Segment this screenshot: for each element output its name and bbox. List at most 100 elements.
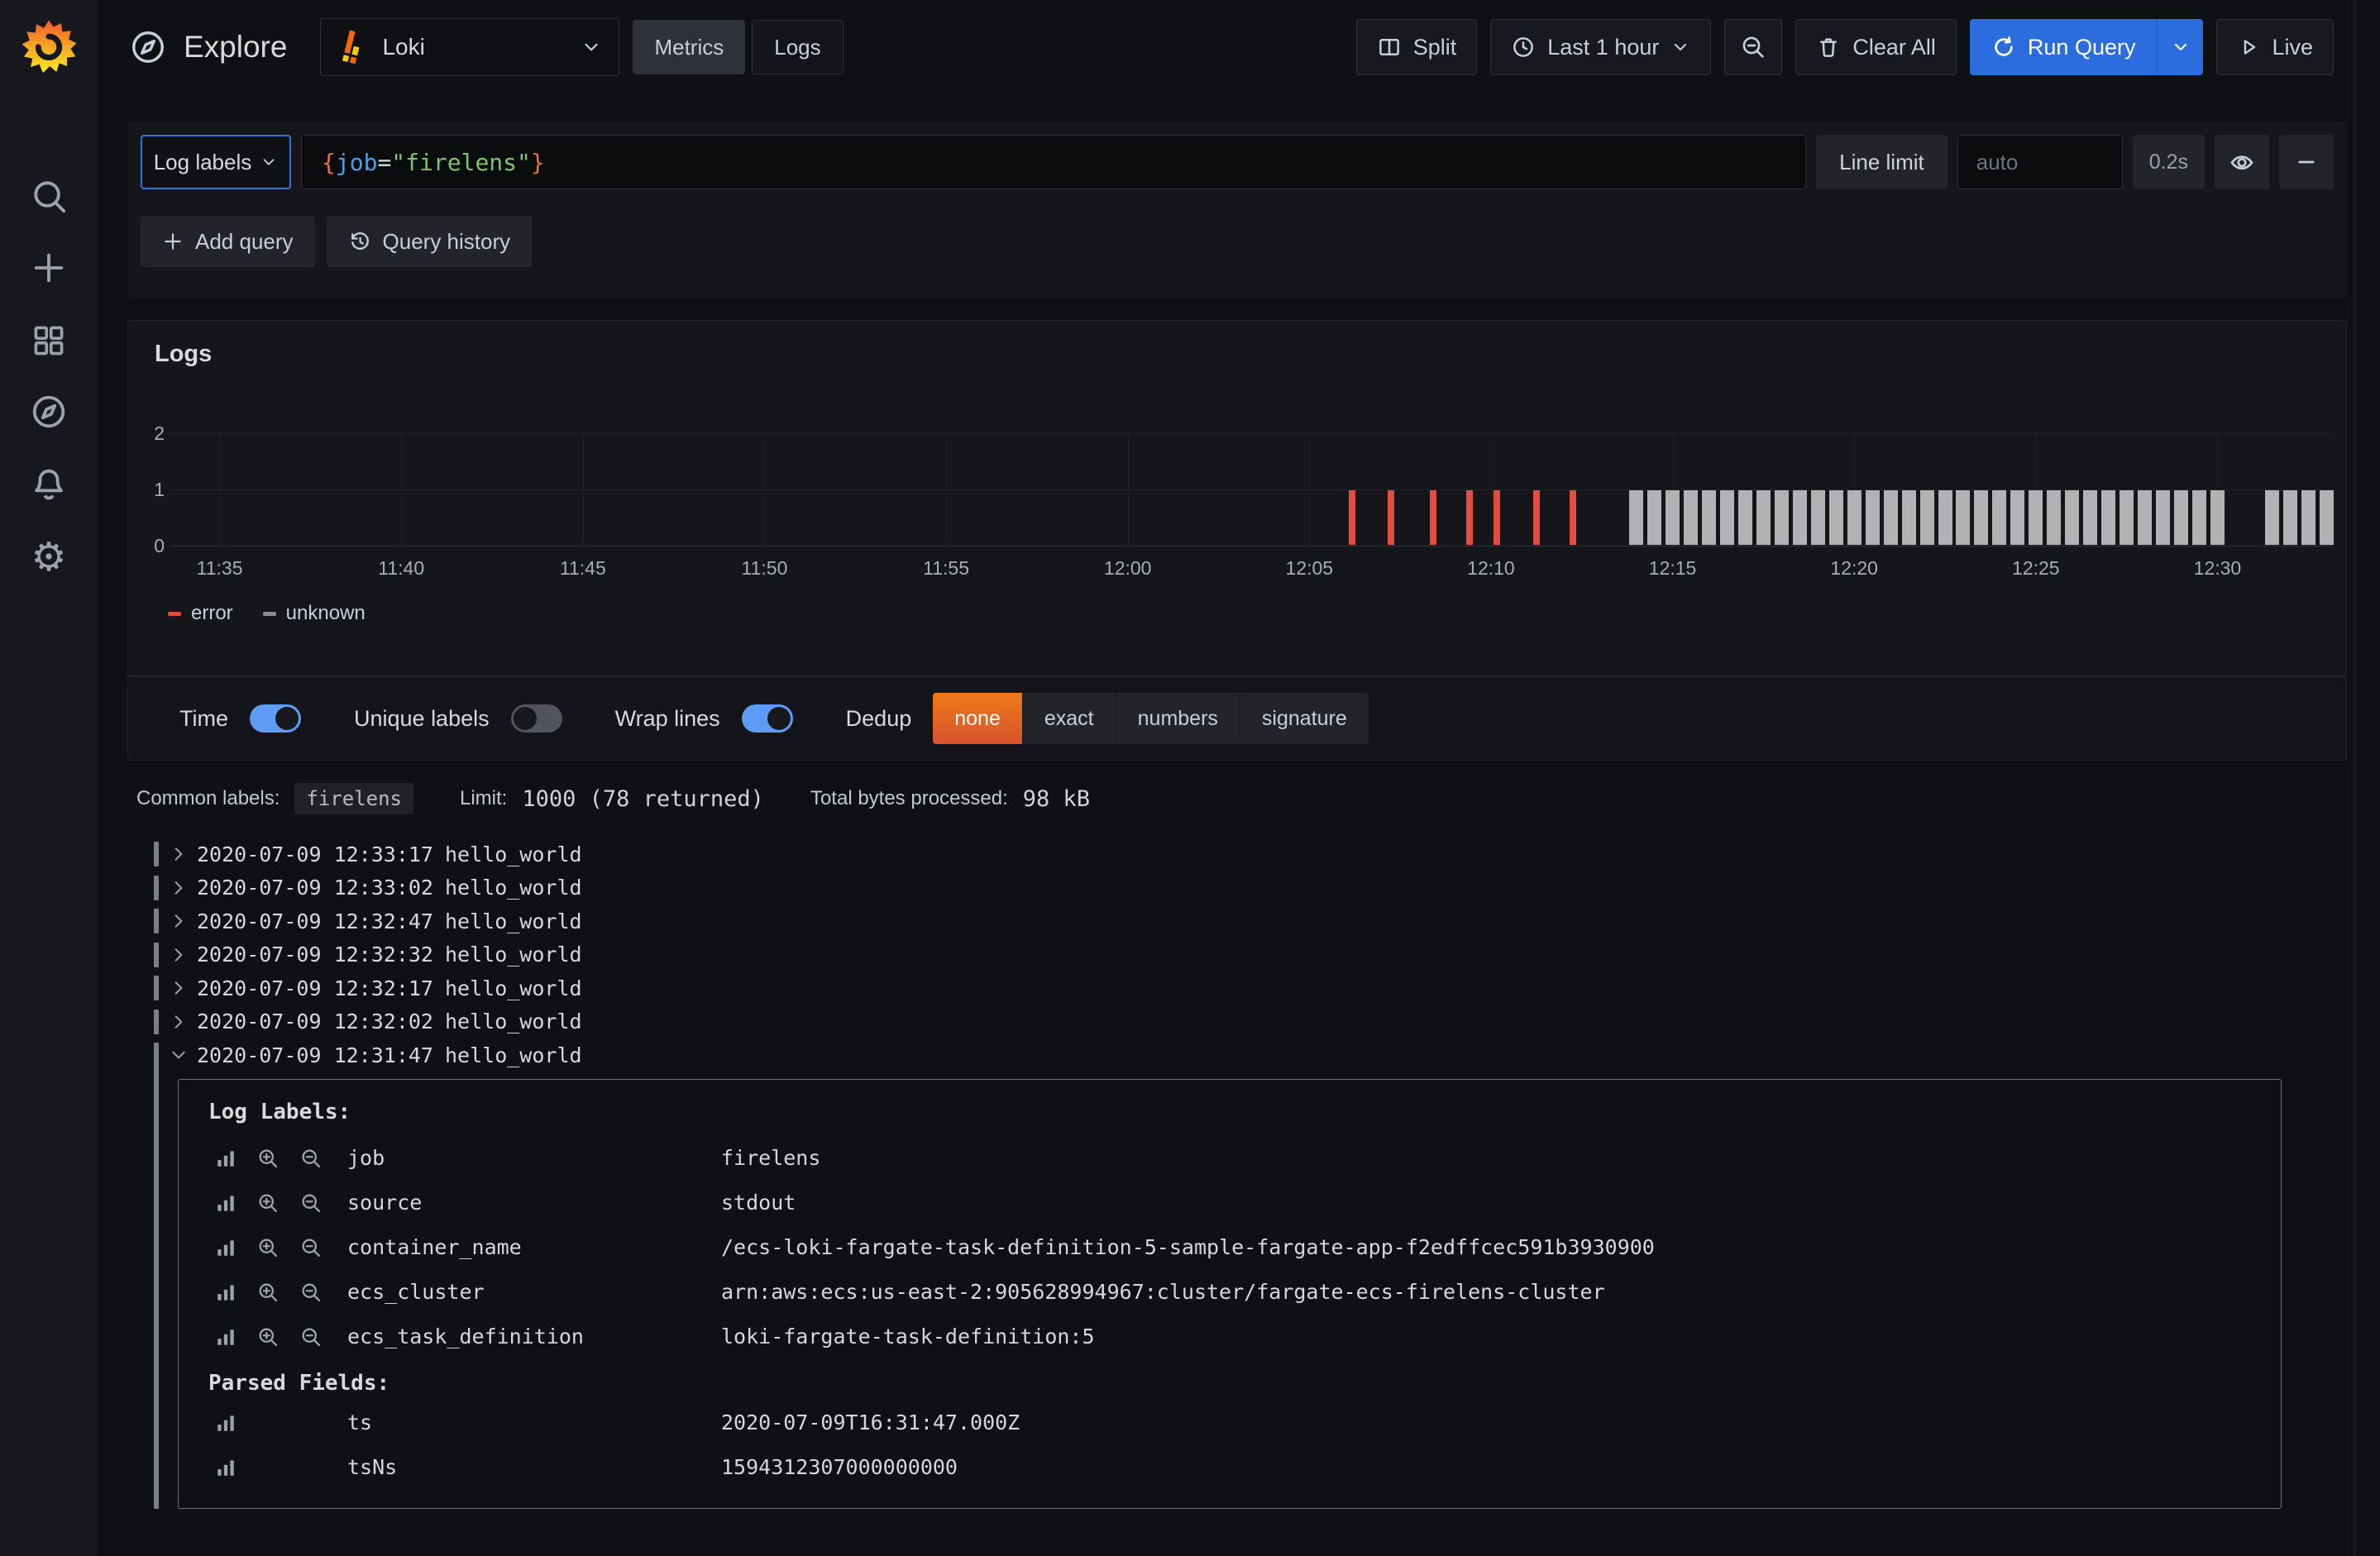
dedup-option-numbers[interactable]: numbers	[1116, 693, 1240, 744]
filter-for-value-icon[interactable]	[256, 1147, 280, 1170]
log-row[interactable]: 2020-07-09 12:33:02hello_world	[141, 871, 2334, 905]
unknown-bar[interactable]	[2138, 490, 2152, 545]
add-icon[interactable]	[0, 241, 98, 294]
error-bar[interactable]	[1388, 490, 1394, 545]
unknown-bar[interactable]	[2010, 490, 2024, 545]
logs-histogram[interactable]: 11:3511:4011:4511:5011:5512:0012:0512:10…	[128, 321, 2346, 675]
clear-all-button[interactable]: Clear All	[1795, 19, 1957, 75]
unknown-bar[interactable]	[2101, 490, 2115, 545]
live-button[interactable]: Live	[2216, 19, 2334, 75]
unknown-bar[interactable]	[1829, 490, 1843, 545]
run-query-button[interactable]: Run Query	[1970, 19, 2158, 75]
filter-for-value-icon[interactable]	[256, 1325, 280, 1348]
unknown-bar[interactable]	[2156, 490, 2170, 545]
error-bar[interactable]	[1466, 490, 1473, 545]
filter-out-value-icon[interactable]	[299, 1191, 323, 1215]
unknown-bar[interactable]	[2047, 490, 2061, 545]
log-row-expander[interactable]	[170, 980, 187, 996]
unknown-bar[interactable]	[1720, 490, 1734, 545]
stats-icon[interactable]	[215, 1237, 237, 1258]
filter-for-value-icon[interactable]	[256, 1281, 280, 1304]
zoom-out-button[interactable]	[1724, 19, 1782, 75]
grafana-logo[interactable]	[0, 15, 98, 81]
hide-query-button[interactable]	[2215, 135, 2269, 189]
unknown-bar[interactable]	[1938, 490, 1952, 545]
search-icon[interactable]	[0, 169, 98, 222]
log-row-expander[interactable]	[170, 913, 187, 929]
error-bar[interactable]	[1493, 490, 1500, 545]
explore-compass-icon[interactable]	[0, 385, 98, 438]
error-bar[interactable]	[1349, 490, 1355, 545]
unknown-bar[interactable]	[1647, 490, 1661, 545]
log-row-expander[interactable]	[170, 947, 187, 963]
log-row[interactable]: 2020-07-09 12:33:17hello_world	[141, 838, 2334, 871]
filter-for-value-icon[interactable]	[256, 1236, 280, 1259]
time-range-picker[interactable]: Last 1 hour	[1490, 19, 1711, 75]
dedup-option-signature[interactable]: signature	[1240, 693, 1369, 744]
unknown-bar[interactable]	[1992, 490, 2006, 545]
query-history-button[interactable]: Query history	[327, 216, 533, 267]
unknown-bar[interactable]	[1866, 490, 1880, 545]
unknown-bar[interactable]	[2192, 490, 2206, 545]
unknown-bar[interactable]	[1902, 490, 1916, 545]
unknown-bar[interactable]	[1811, 490, 1825, 545]
alerting-bell-icon[interactable]	[0, 458, 98, 511]
query-input[interactable]: {job="firelens"}	[301, 135, 1806, 189]
filter-out-value-icon[interactable]	[299, 1236, 323, 1259]
stats-icon[interactable]	[215, 1192, 237, 1214]
log-row[interactable]: 2020-07-09 12:31:47hello_world	[141, 1038, 2334, 1072]
log-row[interactable]: 2020-07-09 12:32:47hello_world	[141, 904, 2334, 938]
unknown-bar[interactable]	[1775, 490, 1789, 545]
unknown-bar[interactable]	[2029, 490, 2043, 545]
run-query-dropdown[interactable]	[2157, 19, 2203, 75]
log-row-expander[interactable]	[170, 1014, 187, 1030]
error-bar[interactable]	[1533, 490, 1540, 545]
unknown-bar[interactable]	[2083, 490, 2097, 545]
unknown-bar[interactable]	[1793, 490, 1807, 545]
legend-item-error[interactable]: error	[168, 602, 233, 625]
split-button[interactable]: Split	[1356, 19, 1478, 75]
unknown-bar[interactable]	[1756, 490, 1771, 545]
dedup-option-none[interactable]: none	[933, 693, 1022, 744]
tab-logs[interactable]: Logs	[752, 20, 843, 74]
line-limit-input[interactable]	[1957, 135, 2123, 189]
unknown-bar[interactable]	[1956, 490, 1970, 545]
add-query-button[interactable]: Add query	[141, 216, 315, 267]
wrap-lines-toggle[interactable]	[742, 704, 793, 733]
time-toggle[interactable]	[250, 704, 301, 733]
filter-out-value-icon[interactable]	[299, 1325, 323, 1348]
stats-icon[interactable]	[215, 1326, 237, 1348]
unknown-bar[interactable]	[2065, 490, 2079, 545]
filter-out-value-icon[interactable]	[299, 1281, 323, 1304]
unknown-bar[interactable]	[1974, 490, 1988, 545]
log-row[interactable]: 2020-07-09 12:32:02hello_world	[141, 1005, 2334, 1039]
error-bar[interactable]	[1430, 490, 1436, 545]
stats-icon[interactable]	[215, 1148, 237, 1169]
log-row-expander[interactable]	[170, 1047, 187, 1063]
unknown-bar[interactable]	[1884, 490, 1898, 545]
legend-item-unknown[interactable]: unknown	[263, 602, 366, 625]
unique-labels-toggle[interactable]	[511, 704, 562, 733]
stats-icon[interactable]	[215, 1412, 237, 1434]
filter-for-value-icon[interactable]	[256, 1191, 280, 1215]
unknown-bar[interactable]	[2320, 490, 2334, 545]
log-row-expander[interactable]	[170, 880, 187, 896]
scrollbar-track[interactable]	[2354, 0, 2355, 1556]
filter-out-value-icon[interactable]	[299, 1147, 323, 1170]
unknown-bar[interactable]	[1666, 490, 1680, 545]
log-row-expander[interactable]	[170, 846, 187, 862]
error-bar[interactable]	[1570, 490, 1576, 545]
unknown-bar[interactable]	[2174, 490, 2188, 545]
log-row[interactable]: 2020-07-09 12:32:32hello_world	[141, 938, 2334, 972]
unknown-bar[interactable]	[1847, 490, 1861, 545]
remove-query-button[interactable]	[2279, 135, 2334, 189]
unknown-bar[interactable]	[2120, 490, 2134, 545]
stats-icon[interactable]	[215, 1457, 237, 1478]
unknown-bar[interactable]	[2210, 490, 2225, 545]
unknown-bar[interactable]	[1629, 490, 1643, 545]
log-row[interactable]: 2020-07-09 12:32:17hello_world	[141, 971, 2334, 1005]
dashboards-grid-icon[interactable]	[0, 314, 98, 367]
unknown-bar[interactable]	[1684, 490, 1698, 545]
unknown-bar[interactable]	[1920, 490, 1934, 545]
log-labels-selector[interactable]: Log labels	[141, 135, 291, 189]
